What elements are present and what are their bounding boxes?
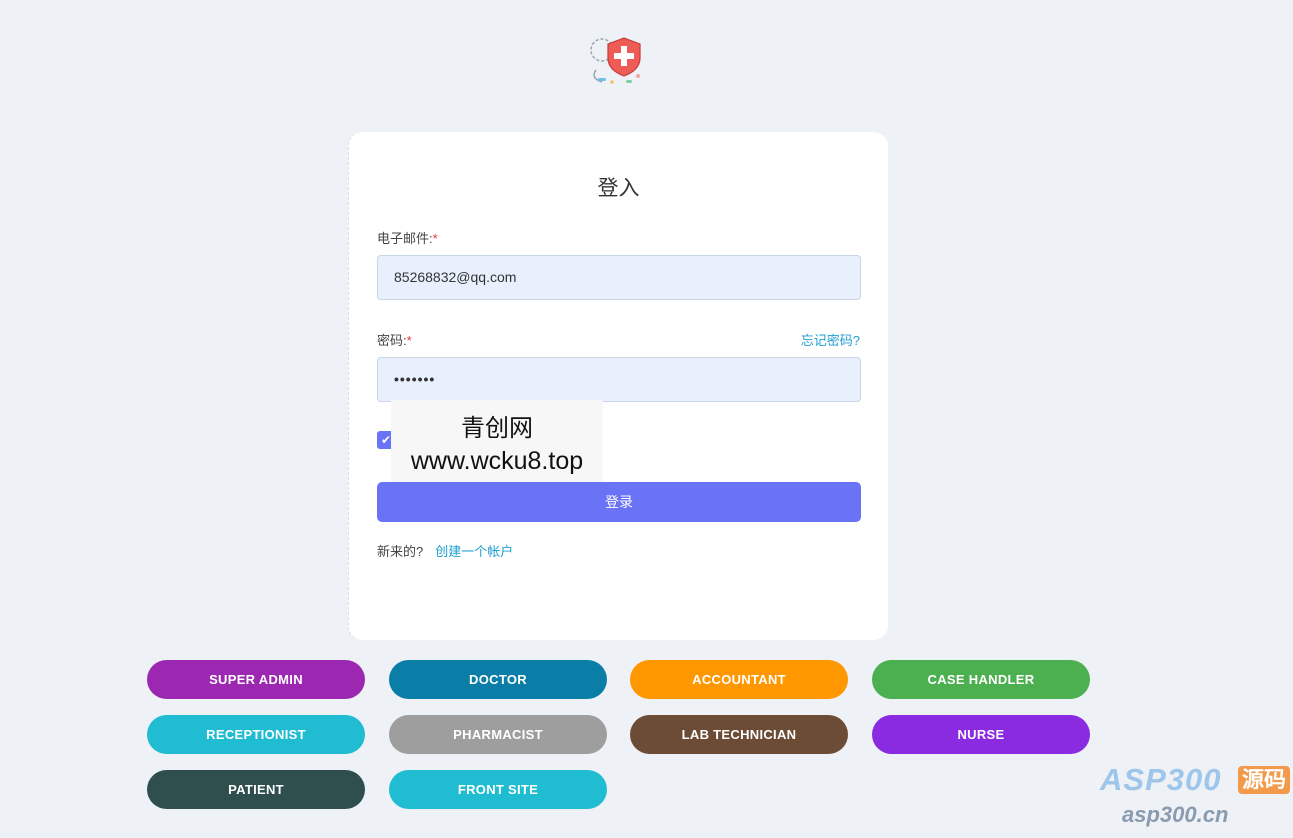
watermark-overlay: 青创网 www.wcku8.top: [391, 400, 603, 486]
signup-row: 新来的? 创建一个帐户: [377, 541, 513, 560]
role-button-super-admin[interactable]: SUPER ADMIN: [147, 660, 365, 699]
role-button-nurse[interactable]: NURSE: [872, 715, 1090, 754]
create-account-link[interactable]: 创建一个帐户: [435, 544, 513, 559]
forgot-password-link[interactable]: 忘记密码?: [801, 330, 860, 349]
new-user-text: 新来的?: [377, 544, 424, 559]
login-title: 登入: [597, 177, 640, 200]
role-button-pharmacist[interactable]: PHARMACIST: [389, 715, 607, 754]
role-button-doctor[interactable]: DOCTOR: [389, 660, 607, 699]
password-label: 密码:*: [377, 333, 412, 348]
login-button[interactable]: 登录: [377, 482, 861, 522]
required-mark: *: [406, 333, 412, 348]
role-button-patient[interactable]: PATIENT: [147, 770, 365, 809]
medical-shield-logo: [590, 37, 641, 84]
role-button-receptionist[interactable]: RECEPTIONIST: [147, 715, 365, 754]
required-mark: *: [432, 231, 438, 246]
password-input[interactable]: •••••••: [377, 357, 861, 402]
role-button-case-handler[interactable]: CASE HANDLER: [872, 660, 1090, 699]
role-button-accountant[interactable]: ACCOUNTANT: [630, 660, 848, 699]
role-button-lab-technician[interactable]: LAB TECHNICIAN: [630, 715, 848, 754]
brand-tag: 源码: [1238, 766, 1291, 794]
asp300-brand-watermark: ASP300 源码 asp300.cn: [1100, 762, 1293, 832]
brand-main-text: ASP300: [1100, 762, 1222, 797]
role-button-front-site[interactable]: FRONT SITE: [389, 770, 607, 809]
login-card: 登入 电子邮件:* 85268832@qq.com 密码:* 忘记密码? •••…: [348, 132, 888, 640]
brand-url: asp300.cn: [1122, 802, 1229, 827]
watermark-line2: www.wcku8.top: [410, 447, 584, 475]
watermark-line1: 青创网: [461, 415, 533, 442]
email-input[interactable]: 85268832@qq.com: [377, 255, 861, 300]
email-label: 电子邮件:*: [377, 231, 438, 246]
